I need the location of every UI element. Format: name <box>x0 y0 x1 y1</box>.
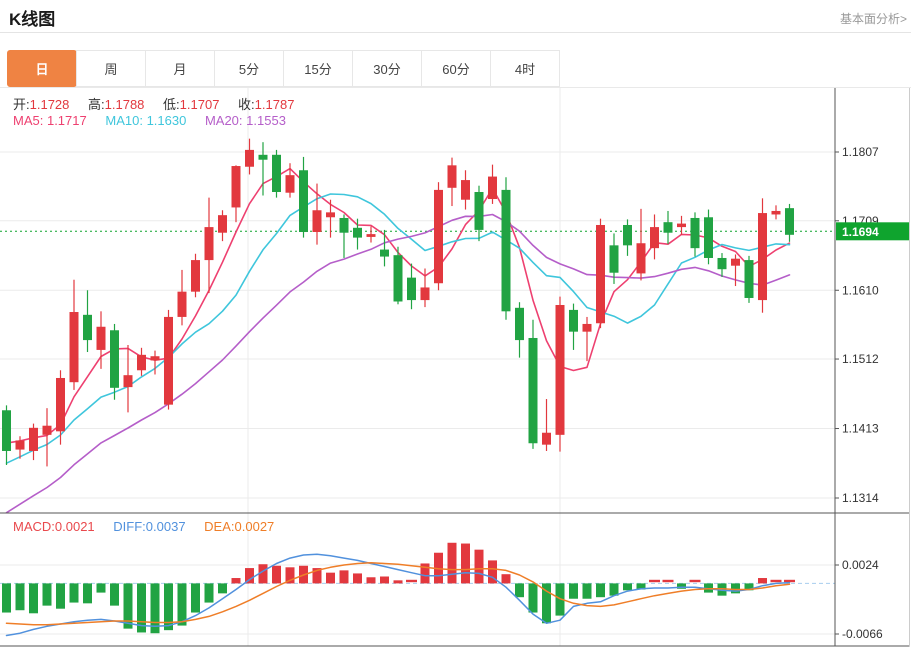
tab-week[interactable]: 周 <box>76 50 146 87</box>
high-value: 1.1788 <box>105 97 145 112</box>
tab-15min[interactable]: 15分 <box>283 50 353 87</box>
ma20-label: MA20: <box>205 113 243 128</box>
macd-legend: MACD:0.0021 DIFF:0.0037 DEA:0.0027 <box>13 519 289 534</box>
high-label: 高: <box>88 97 105 112</box>
svg-text:1.1413: 1.1413 <box>842 422 879 436</box>
low-value: 1.1707 <box>180 97 220 112</box>
close-label: 收: <box>238 97 255 112</box>
tab-day[interactable]: 日 <box>7 50 77 87</box>
ma10-label: MA10: <box>105 113 143 128</box>
dea-label: DEA: <box>204 519 234 534</box>
svg-text:1.1694: 1.1694 <box>842 225 879 239</box>
ma20-value: 1.1553 <box>246 113 286 128</box>
tab-month[interactable]: 月 <box>145 50 215 87</box>
macd-value: 0.0021 <box>55 519 95 534</box>
tab-5min[interactable]: 5分 <box>214 50 284 87</box>
open-value: 1.1728 <box>30 97 70 112</box>
svg-text:1.1512: 1.1512 <box>842 352 879 366</box>
tab-4hour[interactable]: 4时 <box>490 50 560 87</box>
low-label: 低: <box>163 97 180 112</box>
ma5-value: 1.1717 <box>47 113 87 128</box>
tab-60min[interactable]: 60分 <box>421 50 491 87</box>
dea-value: 0.0027 <box>235 519 275 534</box>
tab-30min[interactable]: 30分 <box>352 50 422 87</box>
svg-text:0.0024: 0.0024 <box>842 558 879 572</box>
close-value: 1.1787 <box>255 97 295 112</box>
page-title: K线图 <box>9 5 55 30</box>
ma10-value: 1.1630 <box>147 113 187 128</box>
svg-text:-0.0066: -0.0066 <box>842 627 883 641</box>
ma-legend: MA5: 1.1717 MA10: 1.1630 MA20: 1.1553 <box>13 113 301 128</box>
svg-text:1.1610: 1.1610 <box>842 283 879 297</box>
page-header: K线图 基本面分析> <box>0 0 911 33</box>
svg-text:1.1314: 1.1314 <box>842 491 879 505</box>
fundamental-analysis-link[interactable]: 基本面分析> <box>840 10 907 27</box>
macd-label: MACD: <box>13 519 55 534</box>
ma5-label: MA5: <box>13 113 43 128</box>
diff-label: DIFF: <box>113 519 146 534</box>
ohlc-legend: 开:1.1728 高:1.1788 低:1.1707 收:1.1787 <box>13 94 309 113</box>
open-label: 开: <box>13 97 30 112</box>
interval-tabs: 日 周 月 5分 15分 30分 60分 4时 <box>0 50 911 88</box>
kline-page: K线图 基本面分析> 日 周 月 5分 15分 30分 60分 4时 1.180… <box>0 0 911 649</box>
svg-text:1.1807: 1.1807 <box>842 145 879 159</box>
diff-value: 0.0037 <box>146 519 186 534</box>
